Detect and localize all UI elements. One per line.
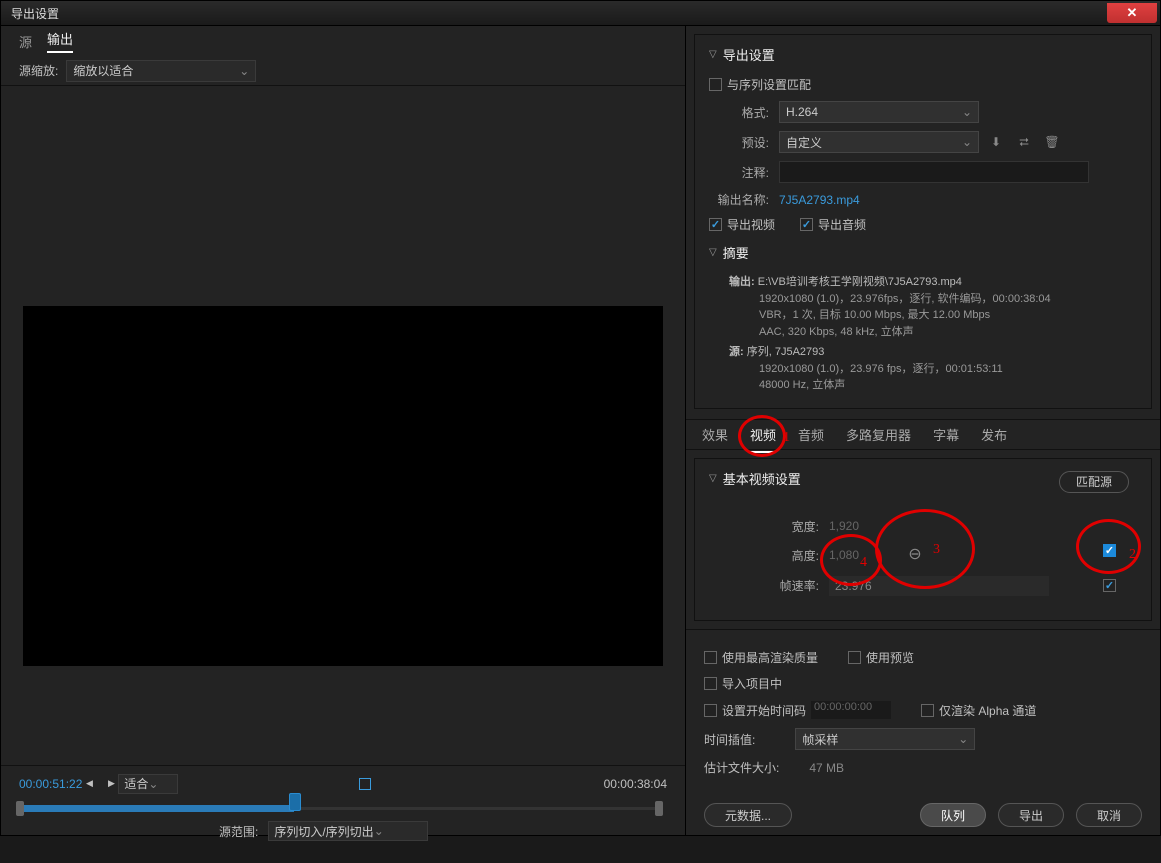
preset-select[interactable]: 自定义 — [779, 131, 979, 153]
timeline-slider[interactable] — [19, 799, 659, 819]
width-value[interactable]: 1,920 — [829, 519, 889, 533]
comment-label: 注释: — [709, 164, 779, 181]
chevron-down-icon — [962, 135, 972, 149]
out-point-handle[interactable] — [655, 801, 663, 816]
output-name-label: 输出名称: — [709, 191, 779, 208]
height-value[interactable]: 1,080 — [829, 548, 889, 562]
export-video-checkbox[interactable] — [709, 218, 722, 231]
format-select[interactable]: H.264 — [779, 101, 979, 123]
time-current[interactable]: 00:00:51:22 — [19, 777, 82, 791]
import-project-checkbox[interactable] — [704, 677, 717, 690]
fit-select[interactable]: 适合 — [118, 774, 178, 794]
est-size-label: 估计文件大小: — [704, 759, 779, 776]
fps-label: 帧速率: — [709, 577, 829, 594]
chevron-down-icon — [962, 105, 972, 119]
tab-publish[interactable]: 发布 — [981, 425, 1007, 444]
output-name-link[interactable]: 7J5A2793.mp4 — [779, 193, 860, 207]
zoom-select[interactable]: 缩放以适合 — [66, 60, 256, 82]
tab-output[interactable]: 输出 — [47, 29, 73, 53]
timecode-input[interactable]: 00:00:00:00 — [811, 701, 891, 719]
est-size-value: 47 MB — [809, 761, 844, 775]
comment-input[interactable] — [779, 161, 1089, 183]
range-select[interactable]: 序列切入/序列切出 — [268, 821, 428, 841]
titlebar: 导出设置 ✕ — [0, 0, 1161, 26]
metadata-button[interactable]: 元数据... — [704, 803, 792, 827]
timeline: 00:00:51:22 适合 00:00:38:04 — [1, 765, 685, 835]
export-button[interactable]: 导出 — [998, 803, 1064, 827]
annotation-number: 3 — [933, 542, 940, 558]
preview-panel: 源 输出 源缩放: 缩放以适合 00:00:51:22 适合 — [1, 26, 686, 835]
tab-audio[interactable]: 音频 — [798, 425, 824, 444]
zoom-label: 源缩放: — [19, 62, 58, 79]
match-source-button[interactable]: 匹配源 — [1059, 471, 1129, 493]
in-point-handle[interactable] — [16, 801, 24, 816]
crop-icon[interactable] — [358, 777, 372, 791]
fps-lock-checkbox[interactable] — [1103, 579, 1116, 592]
playhead-handle[interactable] — [289, 793, 301, 811]
preset-label: 预设: — [709, 134, 779, 151]
chevron-down-icon — [239, 64, 249, 78]
step-back-icon[interactable] — [82, 777, 96, 791]
import-preset-icon[interactable]: ⮂ — [1013, 131, 1035, 153]
fps-value[interactable]: 23.976 — [829, 576, 1049, 596]
window-title: 导出设置 — [1, 5, 59, 22]
annotation-number: 4 — [860, 555, 867, 571]
close-button[interactable]: ✕ — [1107, 3, 1157, 23]
preview-frame — [23, 306, 663, 666]
cancel-button[interactable]: 取消 — [1076, 803, 1142, 827]
interp-select[interactable]: 帧采样 — [795, 728, 975, 750]
interp-label: 时间插值: — [704, 731, 755, 748]
format-label: 格式: — [709, 104, 779, 121]
chevron-down-icon — [148, 777, 158, 791]
annotation-number: 1 — [783, 430, 790, 446]
tab-video[interactable]: 视频 — [750, 425, 776, 444]
chevron-down-icon — [958, 732, 968, 746]
height-label: 高度: — [709, 547, 829, 564]
queue-button[interactable]: 队列 — [920, 803, 986, 827]
set-timecode-checkbox[interactable] — [704, 704, 717, 717]
width-label: 宽度: — [709, 518, 829, 535]
save-preset-icon[interactable]: ⬇ — [985, 131, 1007, 153]
match-sequence-label: 与序列设置匹配 — [727, 76, 811, 93]
range-label: 源范围: — [219, 823, 258, 840]
export-audio-checkbox[interactable] — [800, 218, 813, 231]
max-quality-checkbox[interactable] — [704, 651, 717, 664]
chevron-down-icon — [709, 473, 717, 484]
step-fwd-icon[interactable] — [104, 777, 118, 791]
export-settings-header[interactable]: 导出设置 — [709, 45, 1137, 64]
tab-captions[interactable]: 字幕 — [933, 425, 959, 444]
tab-multiplexer[interactable]: 多路复用器 — [846, 425, 911, 444]
delete-preset-icon[interactable]: 🗑 — [1041, 131, 1063, 153]
alpha-only-checkbox[interactable] — [921, 704, 934, 717]
dim-lock-checkbox[interactable] — [1103, 544, 1116, 557]
use-preview-checkbox[interactable] — [848, 651, 861, 664]
link-icon[interactable]: ⊖ — [900, 539, 930, 569]
preview-area — [1, 86, 685, 765]
settings-panel: 导出设置 与序列设置匹配 格式: H.264 预设: 自定义 ⬇ — [686, 26, 1160, 835]
chevron-down-icon — [374, 824, 384, 838]
tab-source[interactable]: 源 — [19, 32, 32, 51]
time-duration: 00:00:38:04 — [604, 777, 667, 791]
match-sequence-checkbox[interactable] — [709, 78, 722, 91]
tab-effects[interactable]: 效果 — [702, 425, 728, 444]
summary-header[interactable]: 摘要 — [709, 243, 1137, 262]
chevron-down-icon — [709, 247, 717, 258]
chevron-down-icon — [709, 49, 717, 60]
annotation-number: 2 — [1129, 547, 1136, 563]
